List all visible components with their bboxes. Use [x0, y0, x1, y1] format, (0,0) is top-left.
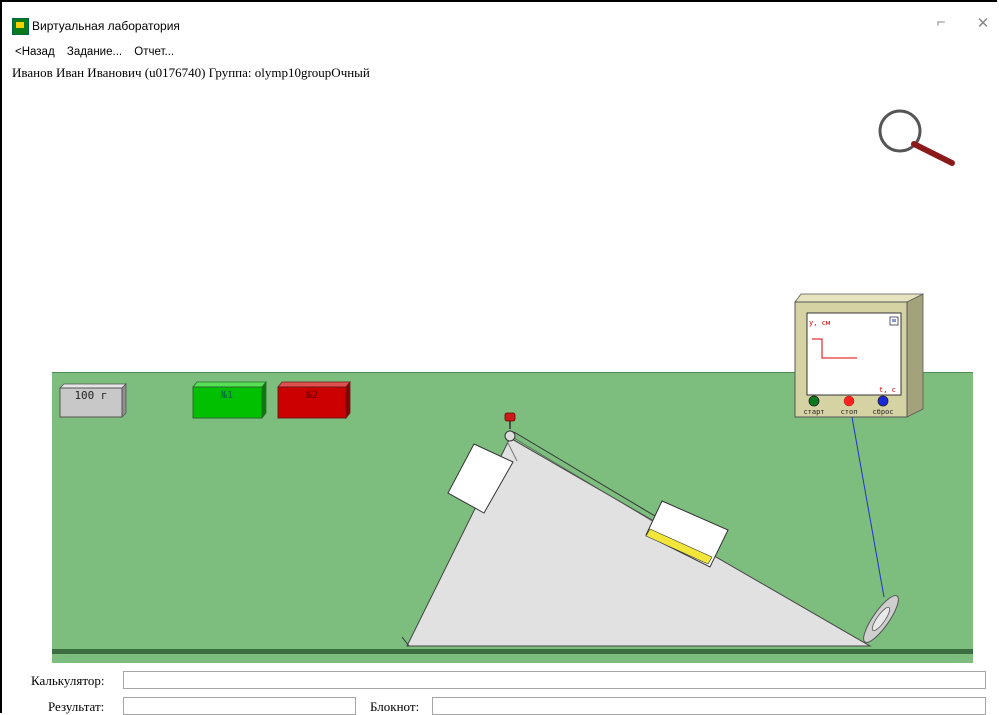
block-1-label: №1 — [221, 390, 233, 401]
meter-stop-label: стоп — [841, 408, 858, 416]
calculator-label: Калькулятор: — [31, 673, 105, 688]
meter-reset-button[interactable] — [877, 395, 889, 407]
table-front-edge — [52, 649, 973, 654]
menu-bar: <Назад Задание... Отчет... — [15, 46, 183, 58]
user-info: Иванов Иван Иванович (u0176740) Группа: … — [12, 65, 370, 80]
notepad-field[interactable] — [432, 697, 986, 715]
block-1[interactable]: №1 — [192, 380, 267, 420]
meter-reset-label: сброс — [872, 408, 893, 416]
close-button[interactable]: ✕ — [972, 14, 994, 32]
lab-scene: 100 г №1 №2 y, см t, с старт стоп сброс — [52, 89, 973, 663]
title-bar: Виртуальная лаборатория ⌐ ✕ — [12, 14, 997, 38]
meter-device: y, см t, с старт стоп сброс — [794, 293, 924, 418]
bottom-panel: Калькулятор: Результат: Блокнот: — [2, 666, 999, 715]
meter-t-axis-label: t, с — [879, 386, 896, 394]
menu-task[interactable]: Задание... — [67, 46, 122, 58]
meter-stop-button[interactable] — [843, 395, 855, 407]
block-2[interactable]: №2 — [277, 380, 351, 420]
meter-start-button[interactable] — [808, 395, 820, 407]
magnifier-icon[interactable] — [878, 109, 955, 166]
meter-y-axis-label: y, см — [809, 319, 831, 327]
result-field[interactable] — [123, 697, 356, 715]
app-icon — [12, 18, 29, 35]
calculator-input[interactable] — [123, 671, 986, 689]
meter-start-label: старт — [803, 408, 824, 416]
app-window: Виртуальная лаборатория ⌐ ✕ <Назад Задан… — [0, 0, 999, 715]
block-2-label: №2 — [306, 390, 318, 401]
window-title: Виртуальная лаборатория — [32, 19, 180, 33]
weight-100g[interactable]: 100 г — [59, 383, 127, 418]
scene-canvas: 100 г №1 №2 y, см t, с старт стоп сброс — [52, 109, 973, 663]
menu-report[interactable]: Отчет... — [134, 46, 174, 58]
maximize-button[interactable]: ⌐ — [930, 14, 952, 31]
weight-label: 100 г — [74, 389, 107, 402]
menu-back[interactable]: <Назад — [15, 46, 55, 58]
